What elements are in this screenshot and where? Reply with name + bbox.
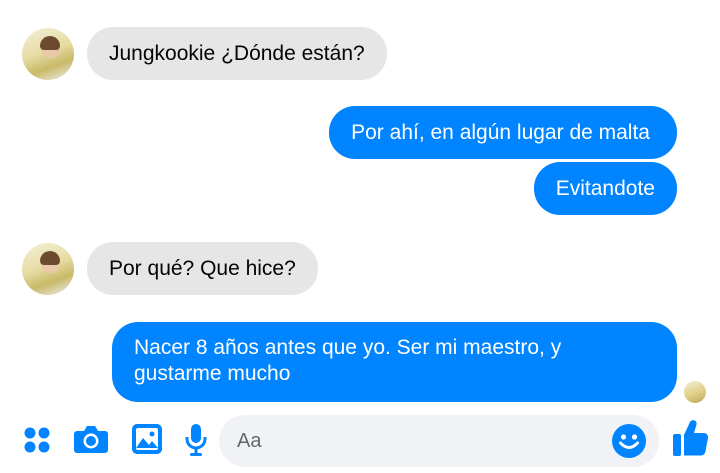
message-text: Por ahí, en algún lugar de malta — [351, 121, 650, 144]
incoming-message[interactable]: Por qué? Que hice? — [87, 242, 318, 295]
message-text: Jungkookie ¿Dónde están? — [109, 42, 365, 65]
contact-avatar[interactable] — [22, 28, 74, 80]
outgoing-message[interactable]: Evitandote — [533, 162, 677, 215]
image-icon[interactable] — [131, 423, 163, 455]
message-text: Evitandote — [555, 177, 655, 200]
seen-indicator-avatar — [684, 381, 706, 403]
contact-avatar[interactable] — [22, 243, 74, 295]
message-text: Por qué? Que hice? — [109, 257, 296, 280]
message-text-line: gustarme mucho — [134, 362, 291, 385]
microphone-icon[interactable] — [184, 422, 208, 458]
message-input-box — [219, 415, 659, 467]
emoji-icon[interactable] — [611, 423, 647, 459]
message-thread: Jungkookie ¿Dónde están? Por ahí, en alg… — [0, 0, 720, 410]
message-text-line: Nacer 8 años antes que yo. Ser mi maestr… — [134, 336, 562, 359]
apps-icon[interactable] — [22, 425, 52, 455]
message-input[interactable] — [237, 415, 597, 467]
incoming-message[interactable]: Jungkookie ¿Dónde están? — [87, 27, 387, 80]
outgoing-message[interactable]: Nacer 8 años antes que yo. Ser mi maestr… — [112, 322, 677, 402]
outgoing-message[interactable]: Por ahí, en algún lugar de malta — [329, 106, 677, 159]
camera-icon[interactable] — [73, 423, 109, 455]
message-composer — [0, 408, 720, 473]
thumbs-up-icon[interactable] — [672, 418, 710, 458]
